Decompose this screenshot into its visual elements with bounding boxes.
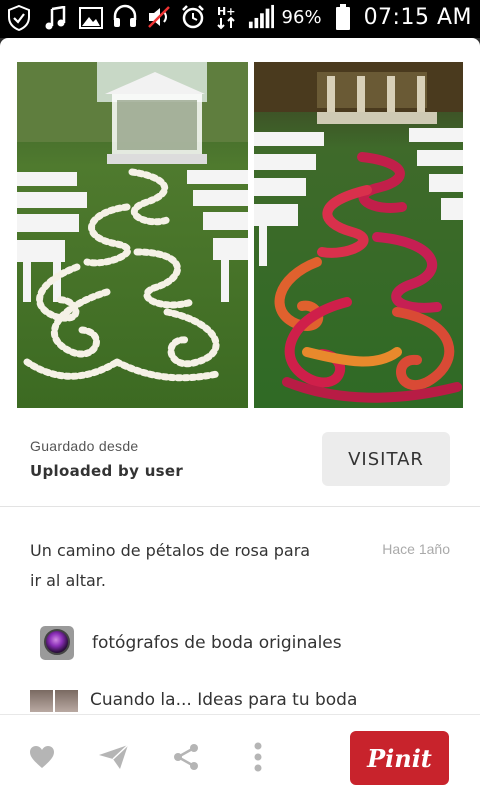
pin-image[interactable]: [17, 62, 463, 408]
action-bar: Pinit: [0, 714, 480, 800]
signal-icon: [248, 3, 274, 31]
mute-icon: [146, 3, 172, 31]
battery-percent: 96%: [281, 6, 322, 28]
saved-from-user[interactable]: Uploaded by user: [30, 462, 183, 480]
hplus-icon: H+: [214, 3, 240, 31]
clock: 07:15 AM: [363, 4, 472, 30]
image-icon: [78, 4, 104, 32]
more-vertical-icon[interactable]: [242, 741, 274, 773]
status-system: H+ 96% 07:15 AM: [112, 3, 472, 31]
camera-lens-icon: [40, 626, 74, 660]
board-item[interactable]: fotógrafos de boda originales: [40, 626, 342, 660]
send-icon[interactable]: [98, 741, 130, 773]
divider: [0, 506, 480, 507]
status-notifications: [6, 4, 104, 32]
saved-from-label: Guardado desde: [30, 438, 139, 454]
photo-collage-icon: [30, 690, 78, 712]
right-photo: [254, 62, 463, 408]
board-item[interactable]: Cuando la... Ideas para tu boda: [30, 690, 357, 712]
shield-icon: [6, 4, 32, 32]
pin-card: Guardado desde Uploaded by user VISITAR …: [0, 38, 480, 714]
music-icon: [42, 4, 68, 32]
alarm-icon: [180, 3, 206, 31]
status-bar: H+ 96% 07:15 AM: [0, 0, 480, 38]
board-name: Cuando la... Ideas para tu boda: [90, 690, 358, 710]
saved-from: Guardado desde Uploaded by user: [30, 438, 183, 480]
board-name: fotógrafos de boda originales: [92, 633, 342, 653]
time-ago: Hace 1año: [382, 541, 450, 557]
svg-text:H+: H+: [217, 5, 235, 18]
heart-icon[interactable]: [26, 741, 58, 773]
pin-it-button[interactable]: Pinit: [350, 731, 449, 785]
share-icon[interactable]: [170, 741, 202, 773]
headset-icon: [112, 3, 138, 31]
battery-icon: [330, 3, 356, 31]
pin-description: Un camino de pétalos de rosa para ir al …: [30, 541, 311, 590]
left-photo: [17, 62, 248, 408]
visit-button[interactable]: VISITAR: [322, 432, 450, 486]
